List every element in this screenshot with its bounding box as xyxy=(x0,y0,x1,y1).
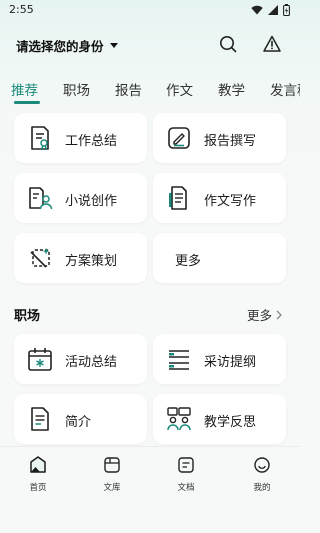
identity-selector[interactable]: 请选择您的身份 xyxy=(16,36,118,55)
search-icon[interactable] xyxy=(218,34,238,54)
nav-documents[interactable]: 文档 xyxy=(161,455,211,493)
home-icon xyxy=(30,456,46,473)
nav-label: 文档 xyxy=(177,483,195,493)
top-bar: 请选择您的身份 xyxy=(0,28,300,62)
alert-icon[interactable] xyxy=(262,34,282,54)
card-teaching-reflection[interactable]: 教学反思 xyxy=(153,394,286,444)
card-label: 作文写作 xyxy=(204,194,257,209)
status-bar: 2:55 xyxy=(0,0,300,22)
discussion-icon xyxy=(167,407,191,431)
status-icons xyxy=(251,4,290,16)
caret-down-icon xyxy=(109,43,118,48)
tab-workplace[interactable]: 职场 xyxy=(63,79,90,99)
more-label: 更多 xyxy=(246,308,272,323)
library-icon xyxy=(104,457,120,473)
card-label: 教学反思 xyxy=(204,415,257,430)
work-summary-icon xyxy=(31,126,49,151)
card-label: 小说创作 xyxy=(65,194,118,209)
bottom-nav: 首页 文库 文档 我的 xyxy=(0,446,300,533)
card-interview-outline[interactable]: 采访提纲 xyxy=(153,334,286,384)
section-more-link[interactable]: 更多 xyxy=(247,305,282,324)
card-label: 方案策划 xyxy=(65,254,118,269)
plan-icon xyxy=(30,248,50,268)
battery-icon xyxy=(283,4,290,16)
card-label: 活动总结 xyxy=(65,355,118,370)
card-introduction[interactable]: 简介 xyxy=(14,394,147,444)
card-label: 更多 xyxy=(175,254,202,269)
novel-writing-icon xyxy=(29,187,53,210)
report-writing-icon xyxy=(168,127,190,149)
card-plan[interactable]: 方案策划 xyxy=(14,233,147,283)
card-more[interactable]: 更多 xyxy=(153,233,286,283)
card-label: 报告撰写 xyxy=(204,134,257,149)
tab-report[interactable]: 报告 xyxy=(115,79,142,99)
document-icon xyxy=(31,407,49,431)
card-label: 简介 xyxy=(65,415,92,430)
chevron-right-icon xyxy=(276,310,282,319)
wifi-icon xyxy=(251,5,263,15)
nav-label: 文库 xyxy=(103,483,121,493)
card-label: 工作总结 xyxy=(65,134,118,149)
section-title: 职场 xyxy=(14,309,41,324)
profile-icon xyxy=(254,457,270,473)
identity-label: 请选择您的身份 xyxy=(16,39,104,54)
card-novel-writing[interactable]: 小说创作 xyxy=(14,173,147,223)
card-event-summary[interactable]: 活动总结 xyxy=(14,334,147,384)
tab-speech[interactable]: 发言稿 xyxy=(270,79,300,99)
card-label: 采访提纲 xyxy=(204,355,257,370)
tab-recommend[interactable]: 推荐 xyxy=(11,79,38,99)
calendar-icon xyxy=(28,348,52,371)
card-report-writing[interactable]: 报告撰写 xyxy=(153,113,286,163)
nav-profile[interactable]: 我的 xyxy=(237,455,287,493)
tab-teaching[interactable]: 教学 xyxy=(218,79,245,99)
nav-label: 首页 xyxy=(29,483,47,493)
category-tabs: 推荐 职场 报告 作文 教学 发言稿 xyxy=(0,76,300,106)
tab-essay[interactable]: 作文 xyxy=(166,79,193,99)
list-icon xyxy=(169,350,189,370)
nav-home[interactable]: 首页 xyxy=(13,455,63,493)
essay-writing-icon xyxy=(169,186,187,210)
status-time: 2:55 xyxy=(9,3,34,16)
card-work-summary[interactable]: 工作总结 xyxy=(14,113,147,163)
signal-icon xyxy=(268,5,278,15)
nav-label: 我的 xyxy=(253,483,271,493)
document-icon xyxy=(178,457,194,473)
nav-library[interactable]: 文库 xyxy=(87,455,137,493)
active-tab-indicator xyxy=(14,101,40,104)
card-essay-writing[interactable]: 作文写作 xyxy=(153,173,286,223)
